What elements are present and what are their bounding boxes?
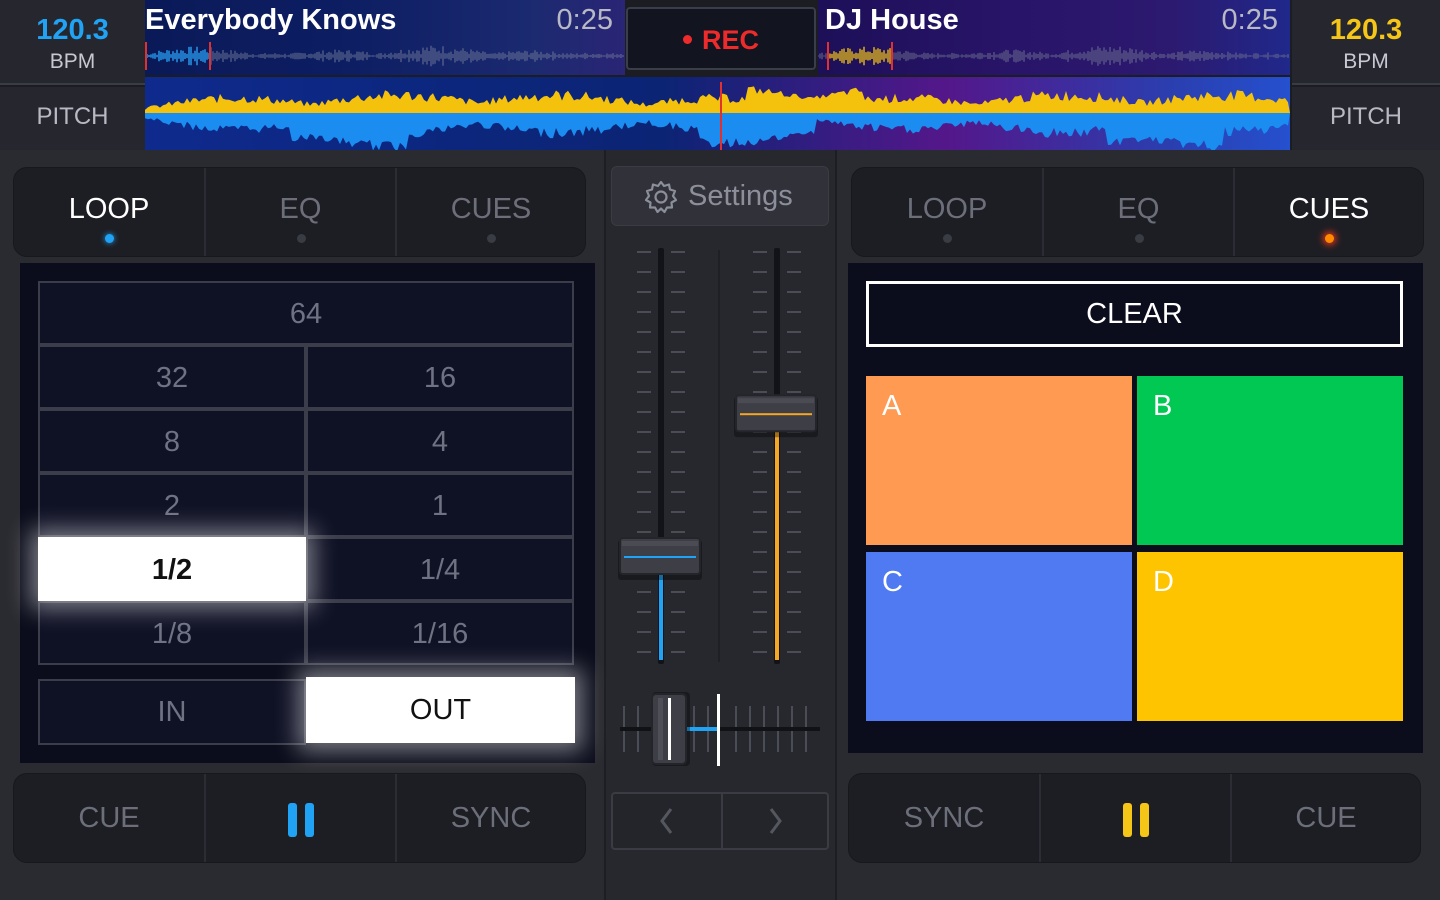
cue-pad-b-label: B	[1153, 390, 1173, 422]
loop-size-16[interactable]: 16	[306, 345, 574, 409]
cue-pad-d[interactable]: D	[1137, 552, 1403, 721]
cue-pad-c[interactable]: C	[866, 552, 1132, 721]
loop-out-button[interactable]: OUT	[306, 677, 575, 743]
deck-a-tab-cues[interactable]: CUES	[397, 168, 585, 256]
deck-b-volume-fader[interactable]	[734, 394, 818, 438]
deck-a-track-strip[interactable]: Everybody Knows 0:25	[145, 0, 625, 75]
loop-size-4[interactable]: 4	[306, 409, 574, 473]
deck-a-tab-loop-label: LOOP	[68, 193, 150, 225]
loop-size-2[interactable]: 2	[38, 473, 306, 537]
settings-button[interactable]: Settings	[611, 166, 829, 226]
combined-waveform-overview[interactable]	[145, 77, 1290, 150]
gear-icon	[644, 180, 678, 214]
waveform-overview-graphic	[145, 77, 1290, 150]
chevron-left-icon	[660, 808, 673, 834]
deck-b-bpm-display: 120.3 BPM	[1292, 0, 1440, 85]
nav-prev-button[interactable]	[613, 794, 721, 848]
deck-b-track-strip[interactable]: DJ House 0:25	[818, 0, 1290, 75]
deck-a-tab-eq[interactable]: EQ	[206, 168, 395, 256]
cue-pad-d-label: D	[1153, 566, 1174, 598]
deck-a-cue-button[interactable]: CUE	[14, 774, 204, 862]
loop-size-32[interactable]: 32	[38, 345, 306, 409]
page-navigation	[611, 792, 829, 850]
deck-a-tab-loop[interactable]: LOOP	[14, 168, 204, 256]
loop-size-64[interactable]: 64	[38, 281, 574, 345]
loop-size-1-2[interactable]: 1/2	[38, 537, 306, 601]
record-button[interactable]: REC	[626, 7, 816, 70]
dj-app: 120.3 BPM PITCH Everybody Knows 0:25 REC	[0, 0, 1440, 900]
deck-a-transport: CUE SYNC	[13, 773, 586, 863]
deck-a-tab-bar: LOOP EQ CUES	[13, 167, 586, 257]
loop-size-1-16[interactable]: 1/16	[306, 601, 574, 665]
deck-b-tab-loop-indicator	[943, 234, 952, 243]
deck-a-pitch-button[interactable]: PITCH	[0, 87, 145, 150]
deck-b-play-pause-button[interactable]	[1041, 774, 1230, 862]
deck-b-tab-loop[interactable]: LOOP	[852, 168, 1042, 256]
deck-a-tab-eq-label: EQ	[279, 193, 322, 225]
deck-b-tab-eq[interactable]: EQ	[1044, 168, 1233, 256]
loop-size-1-4[interactable]: 1/4	[306, 537, 574, 601]
deck-a-bpm-display: 120.3 BPM	[0, 0, 145, 85]
pause-icon	[288, 803, 314, 837]
deck-a-position-marker-end	[209, 42, 211, 70]
deck-a-loop-panel: 64 32 16 8 4 2 1 1/2 1/4 1/8 1/16 IN OUT	[20, 263, 595, 763]
deck-b-position-marker-start	[827, 42, 829, 70]
record-label: REC	[701, 25, 759, 55]
record-dot-icon	[682, 35, 692, 45]
deck-b-pitch-button[interactable]: PITCH	[1292, 87, 1440, 150]
deck-b-tab-eq-indicator	[1134, 234, 1144, 243]
fader-divider	[718, 250, 720, 662]
deck-b-mini-waveform	[818, 42, 1289, 70]
loop-size-8[interactable]: 8	[38, 409, 306, 473]
pause-icon	[1123, 803, 1149, 837]
deck-b-tab-loop-label: LOOP	[906, 193, 988, 225]
deck-a-position-marker-start	[145, 42, 147, 70]
crossfader-center-line	[717, 694, 720, 766]
deck-a-volume-fader[interactable]	[618, 537, 702, 580]
cue-pad-a[interactable]: A	[866, 376, 1132, 545]
crossfader[interactable]	[614, 686, 826, 772]
deck-b-tab-cues[interactable]: CUES	[1235, 168, 1423, 256]
deck-b-position-marker-end	[891, 42, 893, 70]
playhead-marker	[720, 82, 722, 150]
deck-b-bpm-value: 120.3	[1329, 14, 1403, 46]
deck-b-tab-bar: LOOP EQ CUES	[851, 167, 1424, 257]
cue-pad-a-label: A	[882, 390, 902, 422]
deck-b-transport: SYNC CUE	[848, 773, 1421, 863]
deck-a-volume-level	[659, 574, 663, 660]
deck-a-tab-cues-indicator	[487, 234, 496, 243]
deck-b-sync-button[interactable]: SYNC	[849, 774, 1039, 862]
settings-label: Settings	[688, 180, 793, 212]
chevron-right-icon	[769, 808, 782, 834]
deck-b-bpm-label: BPM	[1343, 50, 1389, 73]
nav-next-button[interactable]	[723, 794, 827, 848]
channel-faders	[618, 248, 818, 664]
deck-a-tab-loop-indicator	[105, 234, 114, 243]
deck-a-sync-button[interactable]: SYNC	[397, 774, 585, 862]
deck-a-track-time: 0:25	[556, 4, 613, 36]
deck-a-tab-cues-label: CUES	[450, 193, 532, 225]
clear-cues-button[interactable]: CLEAR	[866, 281, 1403, 347]
deck-a-tab-eq-indicator	[296, 234, 306, 243]
deck-b-volume-level	[775, 431, 779, 660]
top-bar: 120.3 BPM PITCH Everybody Knows 0:25 REC	[0, 0, 1440, 150]
loop-in-button[interactable]: IN	[38, 679, 306, 745]
cue-pad-b[interactable]: B	[1137, 376, 1403, 545]
deck-b-tab-cues-indicator	[1325, 234, 1334, 243]
loop-size-1-8[interactable]: 1/8	[38, 601, 306, 665]
deck-b-tab-eq-label: EQ	[1117, 193, 1160, 225]
deck-a-play-pause-button[interactable]	[206, 774, 395, 862]
deck-a-track-title: Everybody Knows	[145, 4, 397, 36]
deck-b-track-title: DJ House	[825, 4, 959, 36]
deck-b-tab-cues-label: CUES	[1288, 193, 1370, 225]
deck-a-bpm-value: 120.3	[36, 14, 109, 46]
cue-pad-c-label: C	[882, 566, 903, 598]
deck-b-track-time: 0:25	[1221, 4, 1278, 36]
deck-a-bpm-label: BPM	[49, 50, 96, 73]
crossfader-knob[interactable]	[651, 692, 690, 766]
deck-a-mini-waveform	[145, 42, 624, 70]
loop-size-1[interactable]: 1	[306, 473, 574, 537]
deck-b-cue-button[interactable]: CUE	[1232, 774, 1420, 862]
